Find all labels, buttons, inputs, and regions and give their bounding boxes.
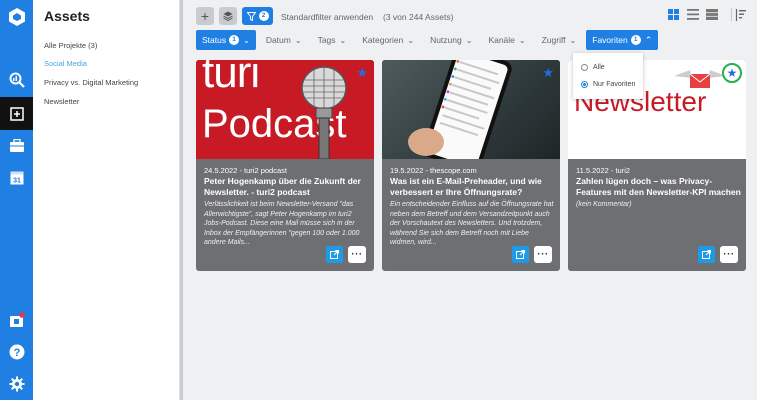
- favorites-option-only-favorites[interactable]: Nur Favoriten: [581, 81, 635, 88]
- notifications-icon[interactable]: [0, 303, 33, 336]
- filter-status-label: Status: [202, 35, 227, 45]
- filter-favoriten-label: Favoriten: [592, 35, 628, 45]
- search-stats-icon[interactable]: [0, 63, 33, 96]
- app-rail: 31 ?: [0, 0, 33, 400]
- filter-button[interactable]: 2: [242, 7, 273, 25]
- sidebar-title: Assets: [44, 8, 90, 24]
- podcast-thumbnail: turi Podcast ★: [196, 60, 374, 159]
- chevron-down-icon: ⌄: [339, 35, 347, 45]
- filter-datum-label: Datum: [265, 35, 291, 45]
- more-options-button[interactable]: ···: [348, 246, 366, 263]
- favorite-star-icon[interactable]: ★: [542, 65, 554, 81]
- filter-nutzung[interactable]: Nutzung ⌄: [424, 30, 478, 50]
- card-title[interactable]: Was ist ein E-Mail-Preheader, und wie ve…: [390, 176, 555, 198]
- chevron-down-icon: ⌄: [294, 35, 302, 45]
- filter-status-badge: 1: [229, 35, 240, 45]
- filter-nutzung-label: Nutzung: [430, 35, 462, 45]
- project-sidebar: Assets Alle Projekte (3) Social Media Pr…: [33, 0, 180, 400]
- chevron-down-icon: ⌄: [243, 35, 250, 45]
- add-asset-button[interactable]: +: [196, 7, 214, 25]
- calendar-icon[interactable]: 31: [0, 161, 33, 194]
- filter-favoriten-badge: 1: [630, 35, 641, 45]
- layers-icon: [223, 11, 233, 21]
- sidebar-item-privacy[interactable]: Privacy vs. Digital Marketing: [44, 78, 138, 87]
- envelope-wings-icon: [674, 70, 726, 88]
- calendar-day: 31: [13, 178, 21, 185]
- chevron-up-icon: ⌃: [644, 34, 653, 45]
- table-view-icon[interactable]: [706, 9, 718, 23]
- open-link-button[interactable]: [326, 246, 343, 263]
- add-icon[interactable]: [0, 97, 33, 130]
- filter-status[interactable]: Status 1 ⌄: [196, 30, 256, 50]
- external-link-icon: [330, 250, 339, 259]
- filter-datum[interactable]: Datum ⌄: [260, 30, 308, 50]
- chevron-down-icon: ⌄: [465, 35, 473, 45]
- external-link-icon: [516, 250, 525, 259]
- filter-kanaele-label: Kanäle: [488, 35, 515, 45]
- grid-view-icon[interactable]: [668, 9, 679, 23]
- card-meta: 19.5.2022 - thescope.com: [390, 166, 477, 175]
- filter-tags[interactable]: Tags ⌄: [312, 30, 353, 50]
- more-options-button[interactable]: ···: [720, 246, 738, 263]
- chevron-down-icon: ⌄: [569, 35, 577, 45]
- sidebar-item-all-projects[interactable]: Alle Projekte (3): [44, 41, 97, 50]
- card-title[interactable]: Peter Hogenkamp über die Zukunft der New…: [204, 176, 369, 198]
- asset-card[interactable]: turi Podcast ★ 24.5.2022 - turi2 podcast…: [196, 60, 374, 271]
- favorite-star-icon[interactable]: ★: [722, 63, 742, 83]
- main-area: + 2 Standardfilter anwenden (3 von 244 A…: [183, 0, 757, 400]
- briefcase-icon[interactable]: [0, 129, 33, 162]
- sort-icon[interactable]: [735, 9, 746, 24]
- radio-selected-icon[interactable]: [581, 81, 588, 88]
- thumb-text-top: turi: [202, 60, 260, 97]
- asset-card[interactable]: ★ 19.5.2022 - thescope.com Was ist ein E…: [382, 60, 560, 271]
- toolbar-separator: [731, 8, 732, 21]
- phone-thumbnail: ★: [382, 60, 560, 159]
- app-logo-icon[interactable]: [0, 0, 33, 33]
- favorite-star-icon[interactable]: ★: [356, 65, 368, 81]
- filter-bar: Status 1 ⌄ Datum ⌄ Tags ⌄ Kategorien ⌄ Nutzun…: [196, 30, 662, 50]
- favorites-option-label: Nur Favoriten: [593, 81, 636, 88]
- card-meta: 11.5.2022 - turi2: [576, 166, 631, 175]
- filter-favoriten[interactable]: Favoriten 1 ⌃: [586, 30, 659, 50]
- filter-icon: [246, 11, 256, 21]
- open-link-button[interactable]: [512, 246, 529, 263]
- card-meta: 24.5.2022 - turi2 podcast: [204, 166, 287, 175]
- filter-kanaele[interactable]: Kanäle ⌄: [482, 30, 531, 50]
- card-title[interactable]: Zahlen lügen doch – was Privacy-Features…: [576, 176, 741, 198]
- settings-icon[interactable]: [0, 367, 33, 400]
- card-description: (kein Kommentar): [576, 201, 632, 208]
- favorites-option-label: Alle: [593, 64, 605, 71]
- phone-image: [408, 60, 512, 159]
- chevron-down-icon: ⌄: [518, 35, 526, 45]
- layers-button[interactable]: [219, 7, 237, 25]
- filter-count-badge: 2: [258, 11, 269, 21]
- sidebar-item-newsletter[interactable]: Newsletter: [44, 97, 79, 106]
- filter-tags-label: Tags: [317, 35, 336, 45]
- svg-text:?: ?: [13, 347, 20, 359]
- external-link-icon: [702, 250, 711, 259]
- microphone-icon: [301, 66, 347, 159]
- favorites-option-all[interactable]: Alle: [581, 64, 605, 71]
- asset-count: (3 von 244 Assets): [383, 12, 454, 22]
- filter-kategorien[interactable]: Kategorien ⌄: [356, 30, 420, 50]
- open-link-button[interactable]: [698, 246, 715, 263]
- sidebar-item-social-media[interactable]: Social Media: [44, 59, 87, 68]
- standard-filter-link[interactable]: Standardfilter anwenden: [281, 12, 373, 22]
- filter-kategorien-label: Kategorien: [362, 35, 404, 45]
- filter-zugriff-label: Zugriff: [541, 35, 566, 45]
- more-options-button[interactable]: ···: [534, 246, 552, 263]
- card-description: Ein entscheidender Einfluss auf die Öffn…: [390, 201, 554, 246]
- card-description: Verlässlichkeit ist beim Newsletter-Vers…: [204, 201, 360, 246]
- filter-zugriff[interactable]: Zugriff ⌄: [536, 30, 583, 50]
- favorites-dropdown: Alle Nur Favoriten: [573, 53, 643, 99]
- list-view-icon[interactable]: [687, 9, 699, 23]
- help-icon[interactable]: ?: [0, 335, 33, 368]
- chevron-down-icon: ⌄: [407, 35, 415, 45]
- radio-icon[interactable]: [581, 64, 588, 71]
